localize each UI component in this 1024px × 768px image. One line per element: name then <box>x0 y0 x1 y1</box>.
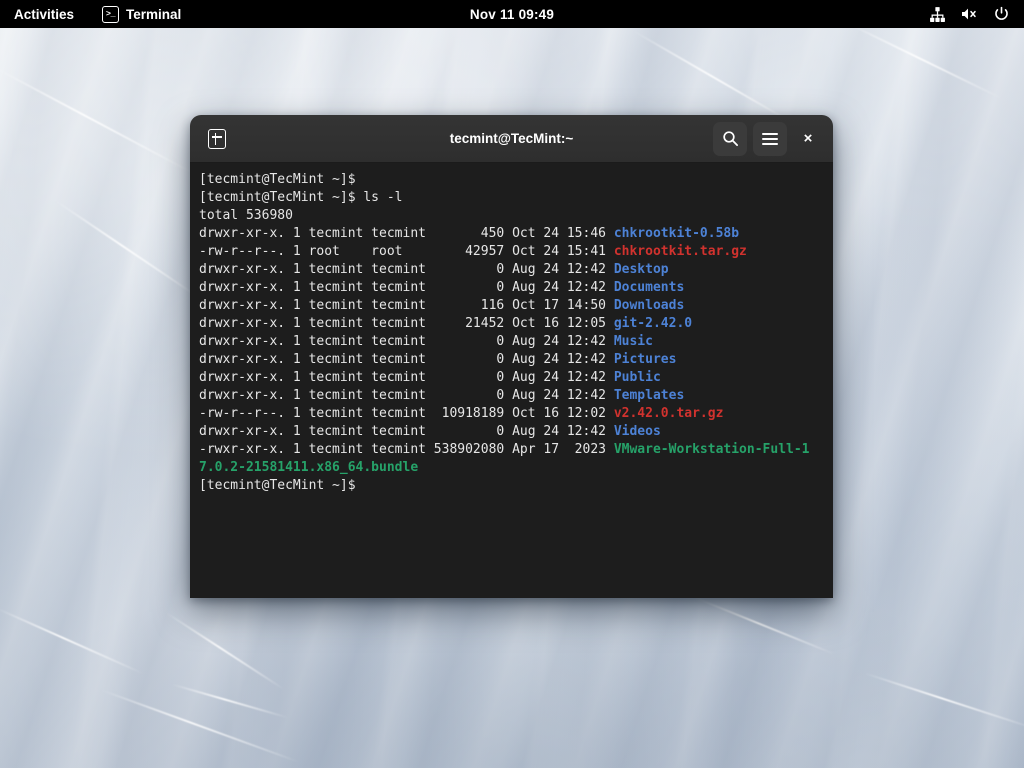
terminal-total-line: total 536980 <box>199 207 824 225</box>
hamburger-menu-button[interactable] <box>753 122 787 156</box>
close-button[interactable]: × <box>793 124 823 154</box>
volume-muted-icon <box>960 5 978 23</box>
window-titlebar[interactable]: tecmint@TecMint:~ × <box>190 115 833 163</box>
new-tab-icon <box>208 129 226 149</box>
wired-network-icon <box>928 5 946 23</box>
terminal-output[interactable]: [tecmint@TecMint ~]$[tecmint@TecMint ~]$… <box>190 163 833 598</box>
file-list-row: drwxr-xr-x. 1 tecmint tecmint 0 Aug 24 1… <box>199 261 824 279</box>
file-list-row: drwxr-xr-x. 1 tecmint tecmint 0 Aug 24 1… <box>199 333 824 351</box>
close-icon: × <box>804 130 813 147</box>
app-menu-label: Terminal <box>126 7 181 22</box>
top-bar: Activities >_ Terminal Nov 11 09:49 <box>0 0 1024 28</box>
file-list-row: drwxr-xr-x. 1 tecmint tecmint 0 Aug 24 1… <box>199 423 824 441</box>
terminal-prompt-line: [tecmint@TecMint ~]$ <box>199 477 824 495</box>
file-list-row: drwxr-xr-x. 1 tecmint tecmint 21452 Oct … <box>199 315 824 333</box>
file-list-row: -rw-r--r--. 1 tecmint tecmint 10918189 O… <box>199 405 824 423</box>
activities-label: Activities <box>14 7 74 22</box>
system-status-area[interactable] <box>928 0 1024 28</box>
file-list-row: -rwxr-xr-x. 1 tecmint tecmint 538902080 … <box>199 441 824 477</box>
file-list-row: drwxr-xr-x. 1 tecmint tecmint 0 Aug 24 1… <box>199 369 824 387</box>
app-menu-button[interactable]: >_ Terminal <box>88 0 190 28</box>
terminal-prompt-line: [tecmint@TecMint ~]$ <box>199 171 824 189</box>
file-list-row: drwxr-xr-x. 1 tecmint tecmint 450 Oct 24… <box>199 225 824 243</box>
hamburger-menu-icon <box>762 133 778 145</box>
new-tab-button[interactable] <box>200 122 234 156</box>
power-icon <box>992 5 1010 23</box>
file-list-row: drwxr-xr-x. 1 tecmint tecmint 0 Aug 24 1… <box>199 387 824 405</box>
terminal-command-line: [tecmint@TecMint ~]$ ls -l <box>199 189 824 207</box>
file-list-row: drwxr-xr-x. 1 tecmint tecmint 0 Aug 24 1… <box>199 279 824 297</box>
terminal-window[interactable]: tecmint@TecMint:~ × [tecmint <box>190 115 833 598</box>
search-button[interactable] <box>713 122 747 156</box>
desktop: Activities >_ Terminal Nov 11 09:49 <box>0 0 1024 768</box>
terminal-icon: >_ <box>102 6 119 23</box>
clock[interactable]: Nov 11 09:49 <box>470 7 554 22</box>
activities-button[interactable]: Activities <box>0 0 88 28</box>
file-list-row: -rw-r--r--. 1 root root 42957 Oct 24 15:… <box>199 243 824 261</box>
file-list-row: drwxr-xr-x. 1 tecmint tecmint 116 Oct 17… <box>199 297 824 315</box>
search-icon <box>722 130 739 147</box>
file-list-row: drwxr-xr-x. 1 tecmint tecmint 0 Aug 24 1… <box>199 351 824 369</box>
